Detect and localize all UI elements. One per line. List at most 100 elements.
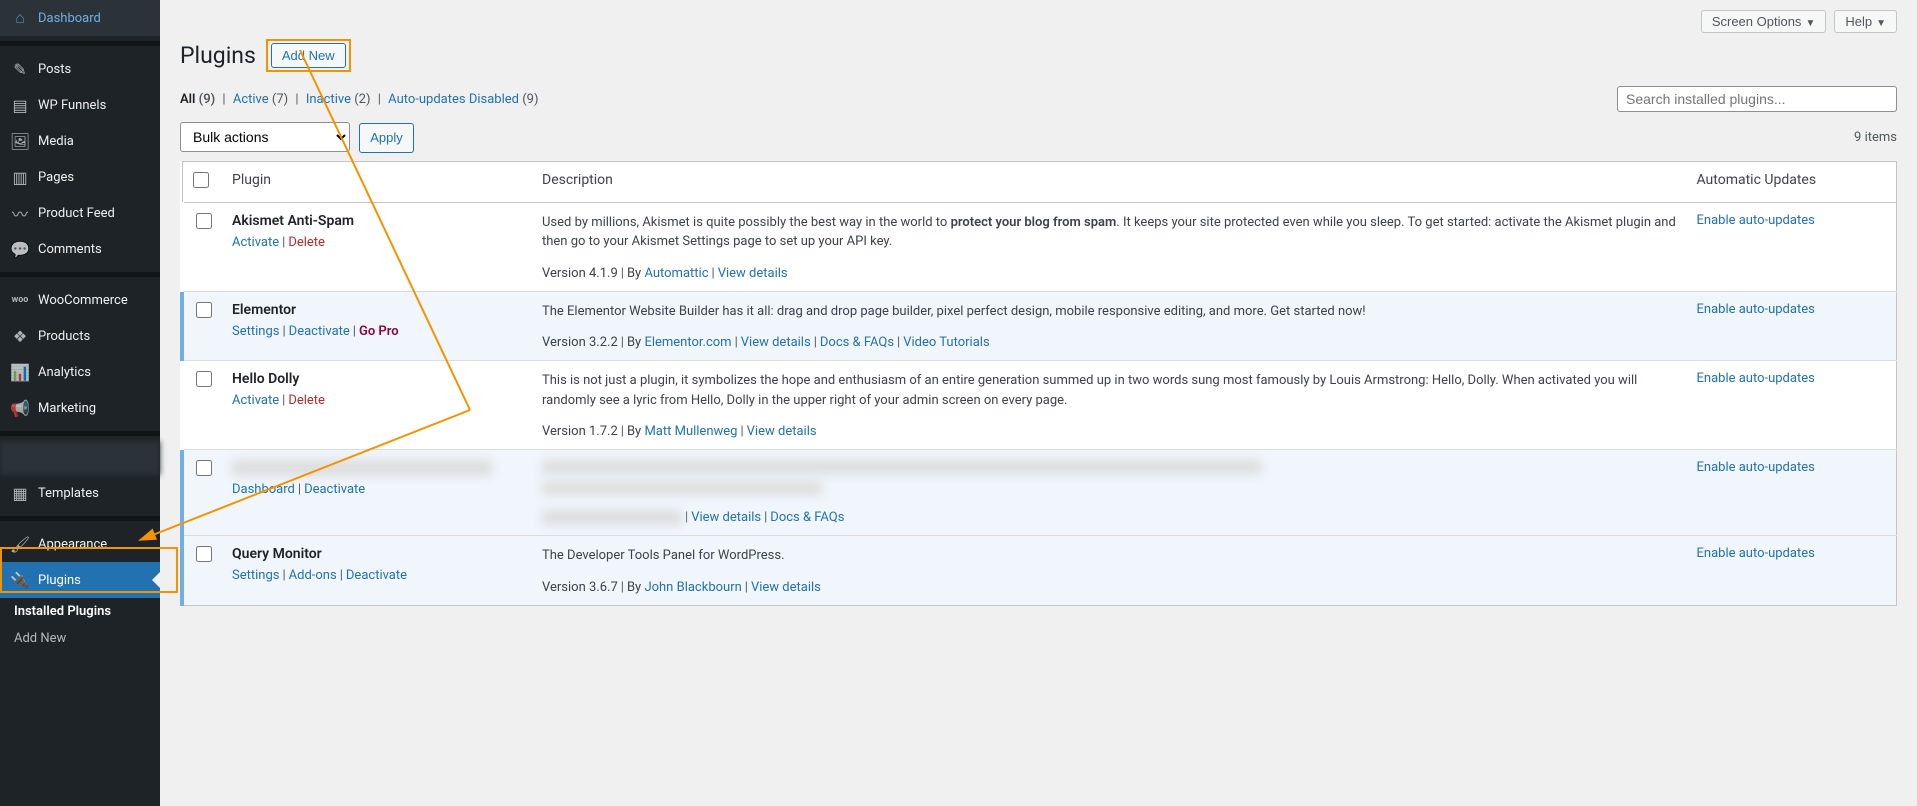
meta-link[interactable]: View details xyxy=(691,510,761,525)
plugin-name: Query Monitor xyxy=(232,546,522,562)
enable-auto-updates-link[interactable]: Enable auto-updates xyxy=(1697,302,1815,317)
meta-link[interactable]: Docs & FAQs xyxy=(770,510,844,525)
sidebar-item-label: WP Funnels xyxy=(38,98,106,113)
plugin-meta: Version 3.6.7|By John Blackbourn|View de… xyxy=(542,580,1677,595)
meta-link[interactable]: View details xyxy=(718,266,788,281)
add-new-button[interactable]: Add New xyxy=(271,43,346,68)
woo-icon: woo xyxy=(10,290,30,310)
plugin-meta: Version 3.2.2|By Elementor.com|View deta… xyxy=(542,335,1677,350)
sidebar-item-label: Analytics xyxy=(38,365,91,380)
action-activate[interactable]: Activate xyxy=(232,235,279,250)
sidebar-item-products[interactable]: ❖Products xyxy=(0,318,160,354)
author-link[interactable]: Matt Mullenweg xyxy=(644,424,737,439)
filter-active[interactable]: Active (7) xyxy=(233,92,288,107)
action-delete[interactable]: Delete xyxy=(288,235,325,250)
table-row: Akismet Anti-Spam Activate|Delete Used by … xyxy=(182,202,1897,291)
sidebar-item-label: Product Feed xyxy=(38,206,115,221)
screen-options-button[interactable]: Screen Options▼ xyxy=(1701,10,1827,33)
row-actions: Settings|Deactivate|Go Pro xyxy=(232,324,522,339)
sidebar-item-label: Dashboard xyxy=(38,11,101,26)
filter-all[interactable]: All (9) xyxy=(180,92,215,107)
meta-link[interactable]: Docs & FAQs xyxy=(820,335,894,350)
plugin-meta: |View details|Docs & FAQs xyxy=(542,510,1677,525)
sidebar-item-comments[interactable]: 💬Comments xyxy=(0,231,160,267)
select-all-checkbox[interactable] xyxy=(193,172,209,188)
marketing-icon: 📢 xyxy=(10,398,30,418)
action-go-pro[interactable]: Go Pro xyxy=(359,324,399,339)
sidebar-item-templates[interactable]: ▦Templates xyxy=(0,475,160,511)
meta-link[interactable]: View details xyxy=(747,424,817,439)
action-deactivate[interactable]: Deactivate xyxy=(289,324,350,339)
column-auto-updates: Automatic Updates xyxy=(1687,161,1897,202)
plugin-name xyxy=(232,460,522,476)
menu-separator xyxy=(0,516,160,521)
action-delete[interactable]: Delete xyxy=(288,393,325,408)
action-add-ons[interactable]: Add-ons xyxy=(289,568,337,583)
enable-auto-updates-link[interactable]: Enable auto-updates xyxy=(1697,546,1815,561)
sidebar-item-label: Products xyxy=(38,329,90,344)
filter-auto-disabled[interactable]: Auto-updates Disabled (9) xyxy=(388,92,538,107)
row-checkbox[interactable] xyxy=(196,546,212,562)
plugin-description: The Developer Tools Panel for WordPress. xyxy=(542,546,1677,566)
submenu-installed-plugins[interactable]: Installed Plugins xyxy=(0,598,160,625)
appearance-icon: 🖌 xyxy=(10,534,30,554)
sidebar-item-analytics[interactable]: 📊 Analytics xyxy=(0,354,160,390)
sidebar-item-pages[interactable]: ▥Pages xyxy=(0,159,160,195)
search-input[interactable] xyxy=(1617,86,1897,112)
sidebar-item-blurred[interactable] xyxy=(0,441,160,475)
plugin-name: Akismet Anti-Spam xyxy=(232,213,522,229)
action-deactivate[interactable]: Deactivate xyxy=(304,482,365,497)
action-settings[interactable]: Settings xyxy=(232,568,279,583)
plugin-meta: Version 4.1.9|By Automattic|View details xyxy=(542,266,1677,281)
table-row: Hello DollyActivate|DeleteThis is not ju… xyxy=(182,361,1897,450)
posts-icon: ✎ xyxy=(10,59,30,79)
sidebar-item-posts[interactable]: ✎Posts xyxy=(0,51,160,87)
sidebar-item-dashboard[interactable]: ⌂ Dashboard xyxy=(0,0,160,36)
annotation-highlight: Add New xyxy=(266,39,351,72)
bulk-actions-select[interactable]: Bulk actions xyxy=(180,122,350,152)
table-row: ElementorSettings|Deactivate|Go ProThe E… xyxy=(182,291,1897,361)
comments-icon: 💬 xyxy=(10,239,30,259)
sidebar-item-label: Media xyxy=(38,134,74,149)
items-count: 9 items xyxy=(1854,130,1897,145)
author-link[interactable]: Automattic xyxy=(644,266,708,281)
row-checkbox[interactable] xyxy=(196,460,212,476)
enable-auto-updates-link[interactable]: Enable auto-updates xyxy=(1697,213,1815,228)
action-deactivate[interactable]: Deactivate xyxy=(346,568,407,583)
enable-auto-updates-link[interactable]: Enable auto-updates xyxy=(1697,460,1815,475)
apply-button[interactable]: Apply xyxy=(359,123,414,153)
author-link[interactable]: John Blackbourn xyxy=(644,580,741,595)
filter-inactive[interactable]: Inactive (2) xyxy=(306,92,371,107)
row-actions: Activate|Delete xyxy=(232,393,522,408)
enable-auto-updates-link[interactable]: Enable auto-updates xyxy=(1697,371,1815,386)
menu-separator xyxy=(0,431,160,436)
main-content: Screen Options▼ Help▼ Plugins Add New Al… xyxy=(160,0,1917,806)
action-settings[interactable]: Settings xyxy=(232,324,279,339)
row-checkbox[interactable] xyxy=(196,302,212,318)
sidebar-item-marketing[interactable]: 📢Marketing xyxy=(0,390,160,426)
action-dashboard[interactable]: Dashboard xyxy=(232,482,295,497)
row-checkbox[interactable] xyxy=(196,371,212,387)
plugin-description: Used by millions, Akismet is quite possi… xyxy=(542,213,1677,252)
action-activate[interactable]: Activate xyxy=(232,393,279,408)
submenu-add-new[interactable]: Add New xyxy=(0,625,160,652)
sidebar-item-woocommerce[interactable]: wooWooCommerce xyxy=(0,282,160,318)
row-checkbox[interactable] xyxy=(196,213,212,229)
sidebar-item-media[interactable]: 🖼 Media xyxy=(0,123,160,159)
sidebar-item-appearance[interactable]: 🖌Appearance xyxy=(0,526,160,562)
analytics-icon: 📊 xyxy=(10,362,30,382)
pages-icon: ▥ xyxy=(10,167,30,187)
sidebar-item-wpfunnels[interactable]: ▤WP Funnels xyxy=(0,87,160,123)
table-row: Dashboard|Deactivate |View details|Docs … xyxy=(182,450,1897,536)
media-icon: 🖼 xyxy=(10,131,30,151)
meta-link[interactable]: View details xyxy=(741,335,811,350)
meta-link[interactable]: Video Tutorials xyxy=(903,335,989,350)
row-actions: Dashboard|Deactivate xyxy=(232,482,522,497)
sidebar-item-product-feed[interactable]: 〰Product Feed xyxy=(0,195,160,231)
dashboard-icon: ⌂ xyxy=(10,8,30,28)
meta-link[interactable]: View details xyxy=(751,580,821,595)
row-actions: Activate|Delete xyxy=(232,235,522,250)
sidebar-item-plugins[interactable]: 🔌Plugins xyxy=(0,562,160,598)
help-button[interactable]: Help▼ xyxy=(1834,10,1897,33)
author-link[interactable]: Elementor.com xyxy=(644,335,731,350)
